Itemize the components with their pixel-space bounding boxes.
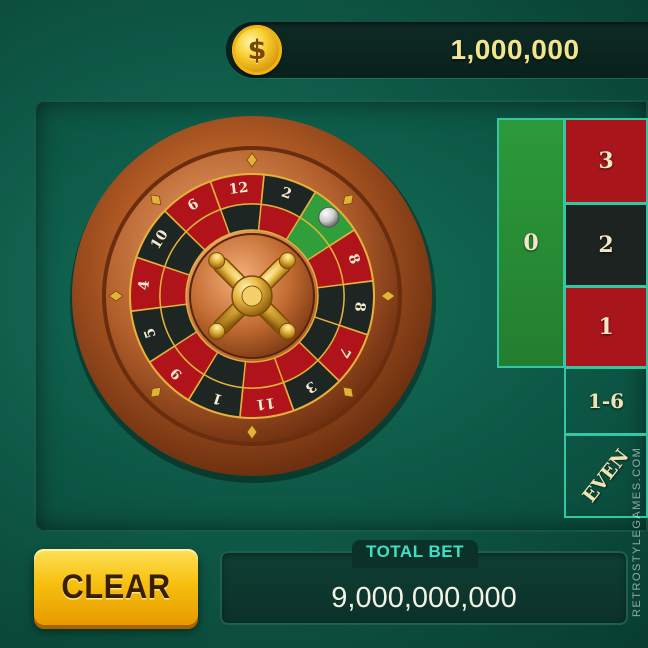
- wheel-number-label: 4: [136, 279, 153, 291]
- bet-cell-3[interactable]: 3: [564, 118, 648, 204]
- watermark-text: RETROSTYLEGAMES.COM: [631, 446, 643, 617]
- roulette-wheel[interactable]: 12208873111954106: [70, 112, 436, 488]
- wheel-number-label: 12: [228, 180, 249, 198]
- bet-cell-zero[interactable]: 0: [497, 118, 565, 368]
- bet-cell-1[interactable]: 1: [564, 286, 648, 368]
- clear-button[interactable]: CLEAR: [34, 549, 198, 625]
- wheel-number-label: 8: [351, 301, 368, 312]
- wheel-number-label: 11: [255, 394, 276, 412]
- total-bet-label: TOTAL BET: [366, 542, 464, 561]
- total-bet-value: 9,000,000,000: [331, 582, 517, 614]
- balance-amount: 1,000,000: [450, 34, 580, 65]
- bet-cell-2[interactable]: 2: [564, 203, 648, 287]
- dollar-coin-icon: $: [232, 25, 282, 75]
- bet-cell-1-6[interactable]: 1-6: [564, 367, 648, 435]
- roulette-ball: [318, 206, 340, 228]
